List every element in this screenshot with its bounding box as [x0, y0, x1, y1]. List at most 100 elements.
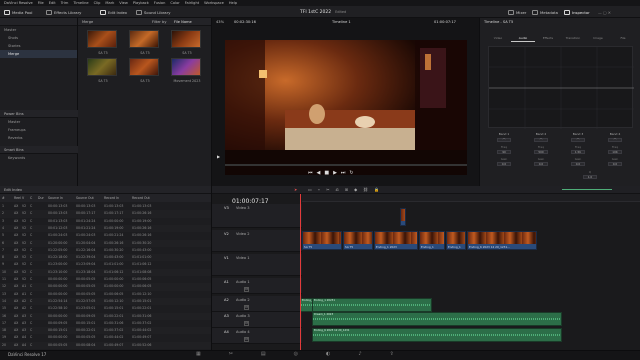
- media-clip[interactable]: SA T5: [87, 58, 117, 83]
- video-clip[interactable]: Ending_1 2023: [374, 231, 418, 250]
- transport-controls[interactable]: ⏮◀■▶⏭↻: [308, 170, 358, 176]
- table-row[interactable]: 9 AX V2 C 01:23:00:00 01:23:09:04 01:01:01:00 0…: [0, 261, 211, 268]
- window-controls[interactable]: — ▢ ✕: [598, 8, 611, 17]
- inspector-tab-image[interactable]: Image: [586, 28, 610, 42]
- track-header[interactable]: A3 Audio 3 M: [212, 312, 302, 328]
- mute-toggle[interactable]: M: [244, 305, 249, 310]
- media-clip[interactable]: SA T5: [87, 30, 117, 55]
- column-header[interactable]: Reel: [14, 194, 21, 202]
- table-row[interactable]: 12 AX A1 C 00:00:00:00 00:00:05:05 01:00:00:00…: [0, 283, 211, 291]
- video-clip[interactable]: SA T5: [343, 231, 373, 250]
- table-row[interactable]: 8 AX V2 C 01:22:18:00 01:22:39:04 01:00:43:00 0…: [0, 254, 211, 262]
- table-row[interactable]: 14 AX A2 C 01:22:54:14 01:22:57:05 01:00:12:10…: [0, 297, 211, 306]
- q-value[interactable]: 1.0: [583, 175, 597, 179]
- band-type-dropdown[interactable]: ⌒: [608, 138, 622, 142]
- inspector-tab-file[interactable]: File: [611, 28, 635, 42]
- table-row[interactable]: 10 AX V2 C 01:23:10:00 01:23:18:04 01:01:06:12…: [0, 268, 211, 276]
- power-bin-item[interactable]: Frameups: [0, 126, 78, 134]
- inspector-tab-transition[interactable]: Transition: [561, 28, 585, 42]
- table-row[interactable]: 11 AX V2 C 00:00:00:00 00:00:05:05 01:00:00:00…: [0, 276, 211, 283]
- track-header[interactable]: V3 Video 3: [212, 204, 302, 228]
- inspector-button[interactable]: Inspector: [564, 8, 590, 17]
- edit-index-button[interactable]: Edit Index: [100, 8, 127, 17]
- bin-item[interactable]: Shots: [0, 34, 77, 42]
- column-header[interactable]: #: [2, 194, 5, 202]
- mute-toggle[interactable]: M: [244, 287, 249, 292]
- sound-library-button[interactable]: Sound Library: [136, 8, 170, 17]
- table-row[interactable]: 1 AX V2 C 00:00:13:03 00:00:13:03 01:00:13:03 0…: [0, 203, 211, 210]
- mixer-button[interactable]: Mixer: [508, 8, 526, 17]
- video-clip[interactable]: Ending_1: [446, 231, 466, 250]
- viewer-scrubber[interactable]: [225, 164, 467, 166]
- eq-graph[interactable]: [488, 46, 634, 129]
- bin-item[interactable]: Stories: [0, 42, 77, 50]
- band-freq[interactable]: 500: [534, 150, 548, 154]
- media-pool-button[interactable]: Media Pool: [4, 8, 32, 17]
- video-clip[interactable]: Ending_6 2023 12 20_1231...: [467, 231, 537, 250]
- table-row[interactable]: 15 AX A2 C 01:22:58:10 01:23:05:01 01:00:15:01…: [0, 305, 211, 312]
- bin-item[interactable]: Master: [0, 26, 77, 34]
- track-header[interactable]: A1 Audio 1 M: [212, 278, 302, 294]
- track-header[interactable]: V1 Video 1: [212, 254, 302, 276]
- inspector-tab-effects[interactable]: Effects: [536, 28, 560, 42]
- audio-clip[interactable]: Ending_6 2023 12 20_1231: [312, 328, 562, 342]
- band-freq[interactable]: 10K: [608, 150, 622, 154]
- column-header[interactable]: Record Out: [132, 194, 150, 202]
- selection-tool-icon[interactable]: ➤: [294, 187, 297, 192]
- table-row[interactable]: 16 AX A3 C 00:00:00:00 00:00:09:05 01:00:22:01…: [0, 312, 211, 320]
- table-row[interactable]: 7 AX V2 C 01:22:05:00 01:22:16:04 01:00:30:20 0…: [0, 247, 211, 254]
- column-header[interactable]: Record In: [104, 194, 119, 202]
- play-icon[interactable]: ▶: [217, 154, 220, 159]
- band-type-dropdown[interactable]: ⌒: [534, 138, 548, 142]
- band-type-dropdown[interactable]: ⌒: [571, 138, 585, 142]
- edit-tools[interactable]: ▭⌁✂⎌⊞◆⛓🔒: [308, 187, 385, 192]
- video-clip[interactable]: [400, 208, 406, 226]
- band-type-dropdown[interactable]: ⌒: [497, 138, 511, 142]
- inspector-tab-audio[interactable]: Audio: [511, 28, 535, 42]
- video-clip[interactable]: Ending_1: [419, 231, 445, 250]
- media-clip[interactable]: SA T5: [129, 58, 159, 83]
- band-freq[interactable]: 90: [497, 150, 511, 154]
- track-header[interactable]: A2 Audio 2 M: [212, 296, 302, 312]
- column-header[interactable]: V: [22, 194, 24, 202]
- table-row[interactable]: 6 AX V2 C 01:20:00:00 01:20:04:04 01:00:26:16 0…: [0, 239, 211, 247]
- column-header[interactable]: Dur: [38, 194, 44, 202]
- table-row[interactable]: 3 AX V2 C 00:01:13:03 00:01:24:24 01:00:00:00 0…: [0, 218, 211, 225]
- table-row[interactable]: 19 AX A4 C 00:00:00:00 00:00:05:05 01:00:44:02…: [0, 334, 211, 341]
- band-gain[interactable]: 0.0: [534, 162, 548, 166]
- metadata-button[interactable]: Metadata: [532, 8, 558, 17]
- audio-clip[interactable]: Dream_1 2023: [312, 312, 562, 326]
- band-gain[interactable]: 0.0: [497, 162, 511, 166]
- power-bin-item[interactable]: Reverbs: [0, 134, 78, 142]
- audio-clip[interactable]: Ending_1 20231: [312, 298, 432, 312]
- table-row[interactable]: 5 AX V2 C 01:00:24:03 01:00:24:03 01:00:21:24 0…: [0, 232, 211, 239]
- mute-toggle[interactable]: M: [244, 337, 249, 342]
- smart-bin-item[interactable]: Keywords: [0, 154, 78, 162]
- track-header[interactable]: A4 Audio 4 M: [212, 328, 302, 344]
- zoom-level[interactable]: 43%: [216, 18, 224, 27]
- video-clip[interactable]: SA T5: [302, 231, 342, 250]
- column-header[interactable]: C: [30, 194, 32, 202]
- table-row[interactable]: 4 AX V2 C 00:01:12:03 00:01:21:24 01:00:19:00 0…: [0, 224, 211, 233]
- inspector-tab-video[interactable]: Video: [486, 28, 510, 42]
- effects-library-button[interactable]: Effects Library: [46, 8, 81, 17]
- table-row[interactable]: 2 AX V2 C 00:00:13:03 00:00:17:17 01:00:17:17 0…: [0, 210, 211, 218]
- media-clip[interactable]: SA T5: [171, 30, 201, 55]
- table-row[interactable]: 20 AX A4 C 00:00:05:05 00:00:08:04 01:00:49:07…: [0, 341, 211, 349]
- track-header[interactable]: V2 Video 2: [212, 230, 302, 252]
- table-row[interactable]: 17 AX A3 C 00:00:09:05 00:00:15:01 01:00:31:06…: [0, 320, 211, 327]
- filter-dropdown[interactable]: File Name: [174, 18, 192, 26]
- viewer-timeline-name[interactable]: Timeline 1: [332, 18, 351, 27]
- power-bin-item[interactable]: Master: [0, 118, 78, 126]
- page-tabs[interactable]: ▦✂▤◎◐♪⇪: [196, 351, 422, 357]
- table-row[interactable]: 13 AX A1 C 00:00:00:00 00:00:05:05 01:00:06:05…: [0, 291, 211, 298]
- media-clip[interactable]: SA T5: [129, 30, 159, 55]
- column-header[interactable]: Source Out: [76, 194, 94, 202]
- media-clip[interactable]: Movement 2023: [171, 58, 201, 83]
- timeline-ruler[interactable]: [302, 194, 640, 202]
- band-gain[interactable]: 0.0: [608, 162, 622, 166]
- band-freq[interactable]: 1.5K: [571, 150, 585, 154]
- band-gain[interactable]: 0.0: [571, 162, 585, 166]
- playhead[interactable]: [300, 194, 301, 350]
- bin-item[interactable]: Merge: [0, 50, 77, 58]
